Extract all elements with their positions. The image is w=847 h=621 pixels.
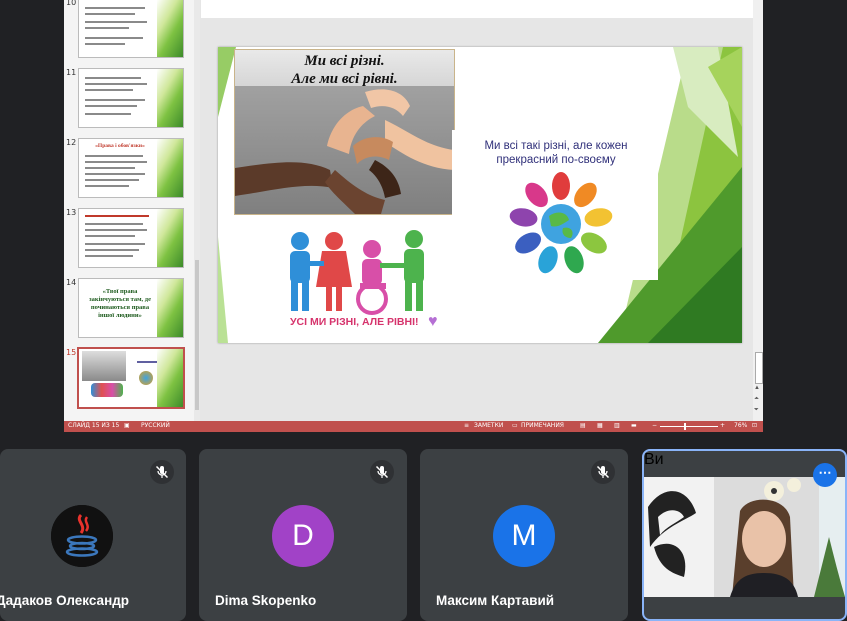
thumbnail-number: 13 (66, 208, 77, 217)
thumbnail-preview[interactable]: «Твої права закінчуються там, де починаю… (78, 278, 184, 338)
slide-counter: СЛАЙД 15 ИЗ 15 (68, 422, 120, 429)
participant-tile[interactable]: D Dima Skopenko (199, 449, 407, 621)
zoom-slider[interactable] (660, 426, 718, 427)
zoom-in-icon[interactable]: + (720, 422, 725, 429)
mic-off-icon (150, 460, 174, 484)
thumbnail-scrollbar[interactable] (194, 0, 200, 421)
thumbnail-slide-12[interactable]: 12 «Права і обов'язки» (64, 138, 194, 200)
self-camera-video (644, 477, 845, 597)
thumbnail-slide-13[interactable]: 13 (64, 208, 194, 270)
notes-icon[interactable]: ≡ (464, 422, 469, 429)
thumbnail-slide-11[interactable]: 11 (64, 68, 194, 130)
thumbnail-title: «Твої права закінчуються там, де починаю… (89, 288, 151, 319)
thumbnail-number: 10 (66, 0, 77, 7)
participant-tile[interactable]: M Максим Картавий (420, 449, 628, 621)
mic-off-icon (591, 460, 615, 484)
reading-view-icon[interactable]: ▥ (614, 422, 620, 429)
hands-photo: Ми всі різні. Але ми всі рівні. (234, 49, 455, 215)
thumbnail-number: 12 (66, 138, 77, 147)
zoom-out-icon[interactable]: − (652, 422, 657, 429)
notes-button[interactable]: ЗАМЕТКИ (474, 422, 503, 429)
thumbnail-number: 11 (66, 68, 77, 77)
next-slide-icon[interactable]: ⏷ (754, 407, 759, 414)
thumbnail-number: 15 (66, 348, 77, 357)
thumbnail-slide-14[interactable]: 14 «Твої права закінчуються там, де почи… (64, 278, 194, 340)
children-caption: УСІ МИ РІЗНІ, АЛЕ РІВНІ! (290, 316, 419, 328)
slide-text: Ми всі такі різні, але кожен прекрасний … (484, 140, 628, 166)
thumbnail-preview[interactable]: «Права і обов'язки» (78, 138, 184, 198)
thumbnail-slide-15[interactable]: 15 (64, 347, 194, 410)
comments-icon[interactable]: ▭ (512, 422, 518, 429)
more-options-icon[interactable]: ⋯ (813, 463, 837, 487)
globe-hands-illustration (509, 172, 613, 274)
thumbnail-preview-active[interactable] (77, 347, 185, 409)
previous-slide-edge (201, 0, 753, 18)
previous-slide-icon[interactable]: ⏶ (754, 396, 759, 403)
thumbnail-number: 14 (66, 278, 77, 287)
slideshow-icon[interactable]: ▬ (631, 422, 637, 429)
interlocked-hands-illustration (235, 86, 454, 214)
scrollbar-thumb[interactable] (755, 352, 763, 384)
java-logo-icon (51, 505, 113, 567)
scrollbar-thumb[interactable] (195, 260, 199, 410)
fit-slide-icon[interactable]: ⊡ (752, 422, 757, 429)
zoom-level[interactable]: 76% (734, 422, 747, 429)
children-silhouettes-illustration (290, 230, 424, 315)
avatar (51, 505, 113, 567)
zoom-slider-thumb[interactable] (684, 423, 686, 430)
heart-icon: ♥ (428, 313, 438, 330)
language-indicator[interactable]: РУССКИЙ (141, 422, 170, 429)
spellcheck-icon[interactable]: ▣ (124, 422, 130, 429)
slide-scrollbar[interactable]: ▲ ⏶ ⏷ (753, 0, 763, 421)
slide-sorter-icon[interactable]: ▦ (597, 422, 603, 429)
avatar: M (493, 505, 555, 567)
presentation-window: 10 11 12 «Права і обов'язки» 13 14 «Твої… (64, 0, 763, 432)
comments-button[interactable]: ПРИМЕЧАНИЯ (521, 422, 564, 429)
normal-view-icon[interactable]: ▤ (580, 422, 586, 429)
self-video-tile[interactable]: ⋯ Ви (642, 449, 847, 621)
participant-name: Dima Skopenko (215, 593, 317, 608)
slide-edit-area: Ми всі різні. Але ми всі рівні. УСІ МИ Р… (201, 0, 753, 421)
slide-thumbnail-pane: 10 11 12 «Права і обов'язки» 13 14 «Твої… (64, 0, 199, 421)
mic-off-icon (370, 460, 394, 484)
avatar: D (272, 505, 334, 567)
participant-name: Максим Картавий (436, 593, 555, 608)
current-slide[interactable]: Ми всі різні. Але ми всі рівні. УСІ МИ Р… (218, 47, 742, 343)
scroll-up-arrow-icon[interactable]: ▲ (754, 385, 760, 391)
thumbnail-title: «Права і обов'язки» (95, 143, 145, 149)
thumbnail-preview[interactable] (78, 0, 184, 58)
participant-tile[interactable]: Дадаков Олександр (0, 449, 186, 621)
thumbnail-slide-10[interactable]: 10 (64, 0, 194, 60)
thumbnail-preview[interactable] (78, 208, 184, 268)
status-bar: СЛАЙД 15 ИЗ 15 ▣ РУССКИЙ ≡ ЗАМЕТКИ ▭ ПРИ… (64, 421, 763, 432)
thumbnail-preview[interactable] (78, 68, 184, 128)
participant-name: Дадаков Олександр (0, 593, 130, 608)
